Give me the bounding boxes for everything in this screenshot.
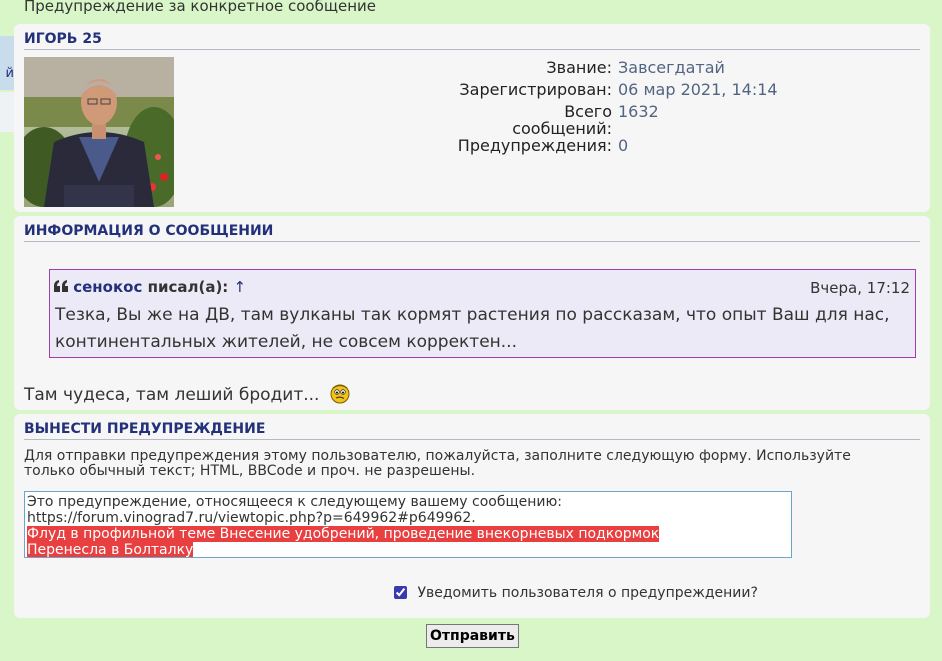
warnings-label: Предупреждения: bbox=[457, 136, 612, 155]
side-tab[interactable]: й bbox=[0, 36, 15, 90]
warning-text-line3: Флуд в профильной теме Внесение удобрени… bbox=[27, 526, 660, 542]
side-tab-label: й bbox=[5, 66, 14, 81]
quote-icon bbox=[54, 280, 68, 292]
warning-text-line1: Это предупреждение, относящееся к следую… bbox=[27, 494, 563, 510]
notify-user-checkbox[interactable] bbox=[394, 586, 407, 599]
warning-text-line4: Перенесла в Болталку bbox=[27, 542, 194, 558]
issue-warning-title: ВЫНЕСТИ ПРЕДУПРЕЖДЕНИЕ bbox=[24, 421, 920, 440]
submit-button[interactable]: Отправить bbox=[426, 624, 519, 648]
registered-label: Зарегистрирован: bbox=[459, 80, 612, 99]
username-heading[interactable]: ИГОРЬ 25 bbox=[24, 31, 920, 50]
warning-textarea[interactable]: Это предупреждение, относящееся к следую… bbox=[24, 491, 792, 558]
page-title: Предупреждение за конкретное сообщение bbox=[24, 0, 377, 15]
quote-text: Тезка, Вы же на ДВ, там вулканы так корм… bbox=[55, 302, 905, 356]
quote-source-arrow-icon[interactable]: ↑ bbox=[234, 278, 247, 296]
quote-header: сенокос писал(а): ↑ bbox=[54, 278, 246, 296]
message-info-title: ИНФОРМАЦИЯ О СООБЩЕНИИ bbox=[24, 223, 920, 242]
quote-block: сенокос писал(а): ↑ Вчера, 17:12 Тезка, … bbox=[49, 269, 916, 358]
post-text-content: Там чудеса, там леший бродит... bbox=[24, 385, 320, 405]
post-text: Там чудеса, там леший бродит... bbox=[24, 382, 351, 405]
user-panel: ИГОРЬ 25 Звание: Завсегдатай Зарегистрир… bbox=[14, 24, 930, 212]
registered-value: 06 мар 2021, 14:14 bbox=[618, 80, 778, 99]
warning-text-line2: https://forum.vinograd7.ru/viewtopic.php… bbox=[27, 510, 476, 526]
quote-timestamp: Вчера, 17:12 bbox=[810, 279, 910, 297]
notify-user-option[interactable]: Уведомить пользователя о предупреждении? bbox=[394, 585, 758, 601]
rank-value: Завсегдатай bbox=[618, 58, 725, 77]
quote-text-line2: континентальных жителей, не совсем корре… bbox=[55, 332, 517, 352]
issue-warning-panel: ВЫНЕСТИ ПРЕДУПРЕЖДЕНИЕ Для отправки пред… bbox=[14, 414, 930, 618]
message-info-panel: ИНФОРМАЦИЯ О СООБЩЕНИИ сенокос писал(а):… bbox=[14, 216, 930, 410]
avatar[interactable] bbox=[24, 57, 174, 207]
avatar-photo bbox=[24, 57, 174, 207]
warnings-value: 0 bbox=[618, 136, 629, 155]
thinking-smiley-icon bbox=[330, 384, 350, 404]
quote-text-line1: Тезка, Вы же на ДВ, там вулканы так корм… bbox=[55, 305, 890, 325]
quote-author-link[interactable]: сенокос bbox=[73, 278, 142, 296]
rank-label: Звание: bbox=[546, 58, 612, 77]
notify-user-label: Уведомить пользователя о предупреждении? bbox=[417, 585, 758, 601]
quote-wrote-label: писал(а): bbox=[147, 278, 229, 296]
posts-value[interactable]: 1632 bbox=[618, 102, 659, 121]
warning-instructions: Для отправки предупреждения этому пользо… bbox=[24, 448, 851, 479]
side-strip bbox=[0, 92, 14, 132]
